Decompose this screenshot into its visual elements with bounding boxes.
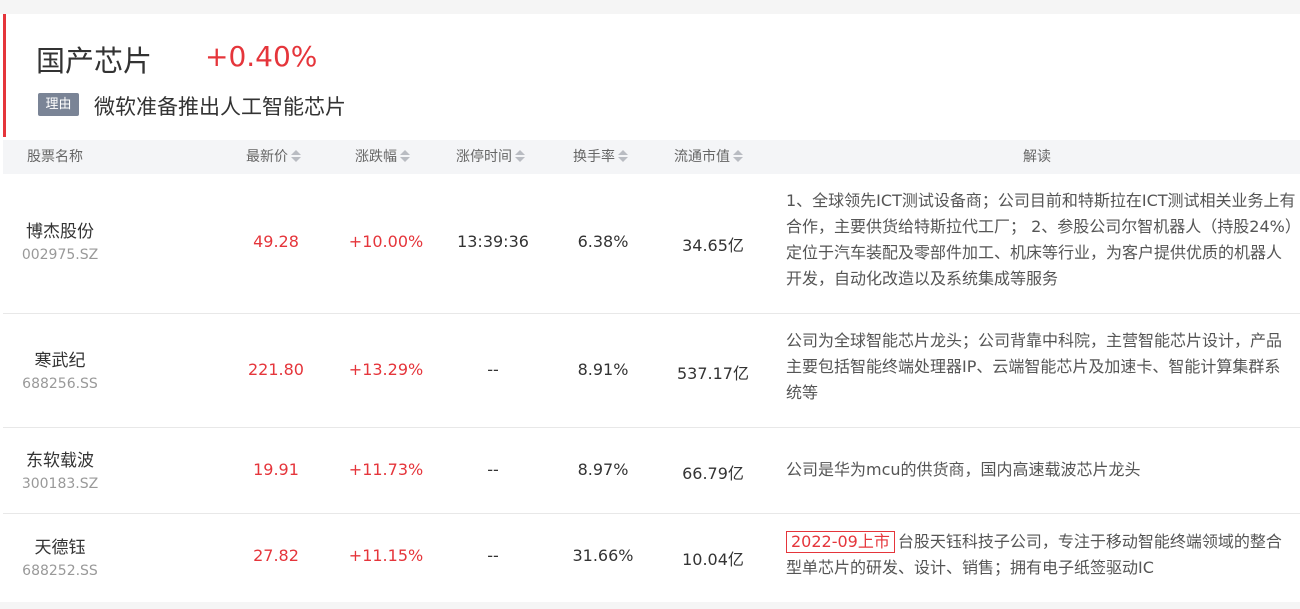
interpretation: 2022-09上市 台股天钰科技子公司，专注于移动智能终端领域的整合型单芯片的研发… (786, 529, 1296, 581)
header-interpretation: 解读 (1023, 149, 1051, 165)
stock-change: +10.00% (348, 232, 424, 251)
stock-name[interactable]: 博杰股份 (5, 217, 115, 242)
market-cap: 10.04亿 (682, 550, 744, 569)
market-cap: 66.79亿 (682, 464, 744, 483)
sort-icon[interactable] (291, 150, 301, 162)
header-market-cap[interactable]: 流通市值 (674, 140, 743, 174)
sort-icon[interactable] (618, 150, 628, 162)
interpretation: 1、全球领先ICT测试设备商；公司目前和特斯拉在ICT测试相关业务上有合作，主要… (786, 191, 1296, 288)
interpretation: 公司为全球智能芯片龙头；公司背靠中科院，主营智能芯片设计，产品主要包括智能终端处… (786, 331, 1283, 402)
market-cap: 537.17亿 (677, 364, 749, 383)
limit-time: 13:39:36 (457, 232, 529, 251)
stock-name[interactable]: 东软载波 (5, 446, 115, 471)
header-turnover[interactable]: 换手率 (573, 140, 628, 174)
header-change[interactable]: 涨跌幅 (355, 140, 410, 174)
stock-change: +11.73% (348, 460, 424, 479)
limit-time: -- (487, 360, 499, 379)
header-limit-time[interactable]: 涨停时间 (456, 140, 525, 174)
limit-time: -- (487, 460, 499, 479)
stock-name[interactable]: 天德钰 (5, 533, 115, 558)
reason-tag: 理由 (38, 93, 79, 116)
sector-card: 国产芯片 +0.40% 理由 微软准备推出人工智能芯片 股票名称 最新价 涨跌幅… (0, 14, 1300, 602)
stock-code: 688256.SS (22, 376, 98, 392)
interpretation: 公司是华为mcu的供货商，国内高速载波芯片龙头 (786, 460, 1141, 479)
sector-header: 国产芯片 +0.40% 理由 微软准备推出人工智能芯片 (3, 14, 1300, 137)
sector-change: +0.40% (205, 40, 318, 73)
stock-name[interactable]: 寒武纪 (5, 346, 115, 371)
header-name: 股票名称 (27, 149, 83, 165)
sort-icon[interactable] (400, 150, 410, 162)
header-price[interactable]: 最新价 (246, 140, 301, 174)
table-row[interactable]: 天德钰 688252.SS 27.82 +11.15% -- 31.66% 10… (3, 514, 1300, 600)
stock-change: +11.15% (348, 546, 424, 565)
stock-code: 002975.SZ (21, 247, 99, 263)
stock-code: 688252.SS (22, 563, 98, 579)
ipo-tag: 2022-09上市 (786, 531, 895, 553)
reason-text: 微软准备推出人工智能芯片 (94, 95, 346, 119)
table-row[interactable]: 博杰股份 002975.SZ 49.28 +10.00% 13:39:36 6.… (3, 174, 1300, 314)
sort-icon[interactable] (515, 150, 525, 162)
sort-icon[interactable] (733, 150, 743, 162)
table-row[interactable]: 寒武纪 688256.SS 221.80 +13.29% -- 8.91% 53… (3, 314, 1300, 428)
sector-title[interactable]: 国产芯片 (36, 38, 152, 80)
table-row[interactable]: 东软载波 300183.SZ 19.91 +11.73% -- 8.97% 66… (3, 428, 1300, 514)
limit-time: -- (487, 546, 499, 565)
stock-change: +13.29% (348, 360, 424, 379)
table-header: 股票名称 最新价 涨跌幅 涨停时间 换手率 流通市值 解读 (3, 140, 1300, 174)
market-cap: 34.65亿 (682, 236, 744, 255)
stock-code: 300183.SZ (21, 476, 99, 492)
